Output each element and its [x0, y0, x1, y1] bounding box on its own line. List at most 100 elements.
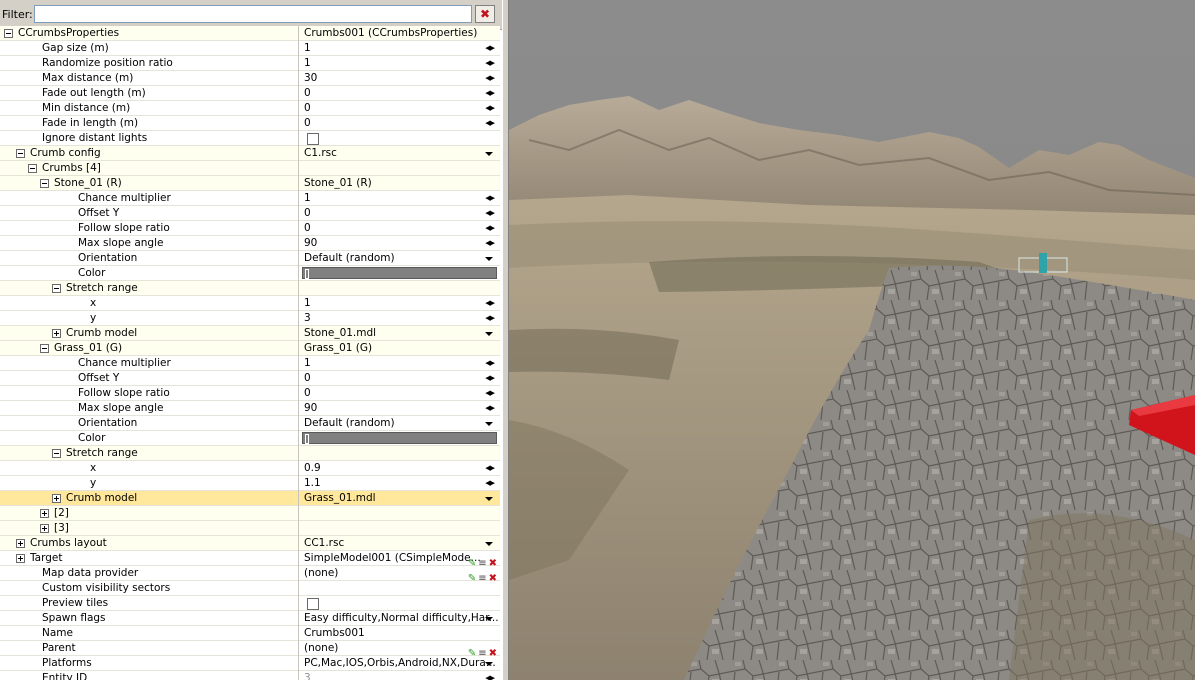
clear-reference-icon[interactable]: ✖ — [489, 556, 497, 566]
spinner-arrows-icon[interactable]: ◀▶ — [485, 206, 495, 221]
property-row[interactable]: [2] — [0, 506, 500, 521]
spinner-arrows-icon[interactable]: ◀▶ — [485, 311, 495, 326]
checkbox[interactable] — [307, 598, 319, 610]
scene-viewport[interactable] — [509, 0, 1195, 680]
browse-list-icon[interactable]: ≡ — [478, 556, 486, 566]
property-row[interactable]: Custom visibility sectors — [0, 581, 500, 596]
property-row[interactable]: Target SimpleModel001 (CSimpleMode... ✎ ≡ ✖ — [0, 551, 500, 566]
edit-pencil-icon[interactable]: ✎ — [468, 646, 476, 656]
property-row[interactable]: Offset Y 0 ◀▶ — [0, 206, 500, 221]
dropdown-arrow-icon[interactable] — [485, 497, 493, 501]
dropdown-arrow-icon[interactable] — [485, 617, 493, 621]
collapse-icon[interactable] — [28, 164, 37, 173]
property-row[interactable]: Spawn flags Easy difficulty,Normal diffic… — [0, 611, 500, 626]
property-row[interactable]: Color — [0, 431, 500, 446]
property-value-cell[interactable] — [299, 281, 500, 296]
property-value-cell[interactable] — [299, 431, 500, 446]
dropdown-arrow-icon[interactable] — [485, 662, 493, 666]
property-row[interactable]: x 1 ◀▶ — [0, 296, 500, 311]
property-value-cell[interactable]: 0 ◀▶ — [299, 386, 500, 401]
property-value-cell[interactable]: 1 ◀▶ — [299, 41, 500, 56]
property-row[interactable]: y 3 ◀▶ — [0, 311, 500, 326]
property-value-cell[interactable]: Crumbs001 — [299, 626, 500, 641]
property-value-cell[interactable] — [299, 521, 500, 536]
property-row[interactable]: Randomize position ratio 1 ◀▶ — [0, 56, 500, 71]
collapse-icon[interactable] — [40, 344, 49, 353]
property-row[interactable]: Ignore distant lights — [0, 131, 500, 146]
property-row[interactable]: Color — [0, 266, 500, 281]
property-value-cell[interactable]: 90 ◀▶ — [299, 236, 500, 251]
collapse-icon[interactable] — [52, 449, 61, 458]
expand-icon[interactable] — [52, 494, 61, 503]
property-value-cell[interactable]: 0.9 ◀▶ — [299, 461, 500, 476]
property-row[interactable]: Max distance (m) 30 ◀▶ — [0, 71, 500, 86]
property-value-cell[interactable]: 0 ◀▶ — [299, 86, 500, 101]
property-value-cell[interactable]: 3 ◀▶ — [299, 671, 500, 680]
property-value-cell[interactable]: 0 ◀▶ — [299, 371, 500, 386]
property-value-cell[interactable] — [299, 161, 500, 176]
property-value-cell[interactable]: SimpleModel001 (CSimpleMode... ✎ ≡ ✖ — [299, 551, 500, 566]
dropdown-arrow-icon[interactable] — [485, 542, 493, 546]
spinner-arrows-icon[interactable]: ◀▶ — [485, 221, 495, 236]
property-value-cell[interactable]: PC,Mac,IOS,Orbis,Android,NX,Dura... — [299, 656, 500, 671]
expand-icon[interactable] — [40, 509, 49, 518]
browse-list-icon[interactable]: ≡ — [478, 571, 486, 581]
property-row[interactable]: Fade in length (m) 0 ◀▶ — [0, 116, 500, 131]
property-row[interactable]: Max slope angle 90 ◀▶ — [0, 401, 500, 416]
spinner-arrows-icon[interactable]: ◀▶ — [485, 41, 495, 56]
property-row[interactable]: Map data provider (none) ✎ ≡ ✖ — [0, 566, 500, 581]
property-row[interactable]: Chance multiplier 1 ◀▶ — [0, 191, 500, 206]
dropdown-arrow-icon[interactable] — [485, 257, 493, 261]
property-value-cell[interactable]: 30 ◀▶ — [299, 71, 500, 86]
dropdown-arrow-icon[interactable] — [485, 422, 493, 426]
property-row[interactable]: Crumbs [4] — [0, 161, 500, 176]
property-value-cell[interactable] — [299, 446, 500, 461]
clear-reference-icon[interactable]: ✖ — [489, 646, 497, 656]
clear-reference-icon[interactable]: ✖ — [489, 571, 497, 581]
property-row[interactable]: Stretch range — [0, 281, 500, 296]
spinner-arrows-icon[interactable]: ◀▶ — [485, 461, 495, 476]
collapse-icon[interactable] — [52, 284, 61, 293]
property-value-cell[interactable]: Stone_01.mdl — [299, 326, 500, 341]
property-row[interactable]: Preview tiles — [0, 596, 500, 611]
property-row[interactable]: Name Crumbs001 — [0, 626, 500, 641]
property-value-cell[interactable]: 1.1 ◀▶ — [299, 476, 500, 491]
property-row[interactable]: [3] — [0, 521, 500, 536]
property-value-cell[interactable] — [299, 266, 500, 281]
property-row[interactable]: Crumb config C1.rsc — [0, 146, 500, 161]
property-value-cell[interactable]: 90 ◀▶ — [299, 401, 500, 416]
property-value-cell[interactable]: 0 ◀▶ — [299, 116, 500, 131]
spinner-arrows-icon[interactable]: ◀▶ — [485, 191, 495, 206]
dropdown-arrow-icon[interactable] — [485, 332, 493, 336]
property-row[interactable]: Parent (none) ✎ ≡ ✖ — [0, 641, 500, 656]
checkbox[interactable] — [307, 133, 319, 145]
property-value-cell[interactable]: 1 ◀▶ — [299, 356, 500, 371]
spinner-arrows-icon[interactable]: ◀▶ — [485, 56, 495, 71]
property-value-cell[interactable] — [299, 581, 500, 596]
spinner-arrows-icon[interactable]: ◀▶ — [485, 386, 495, 401]
panel-splitter[interactable] — [502, 0, 509, 680]
property-value-cell[interactable] — [299, 131, 500, 146]
property-value-cell[interactable]: Stone_01 (R) — [299, 176, 500, 191]
property-row[interactable]: Max slope angle 90 ◀▶ — [0, 236, 500, 251]
property-value-cell[interactable]: Default (random) — [299, 251, 500, 266]
property-value-cell[interactable]: (none) ✎ ≡ ✖ — [299, 566, 500, 581]
property-value-cell[interactable]: Grass_01 (G) — [299, 341, 500, 356]
expand-icon[interactable] — [52, 329, 61, 338]
spinner-arrows-icon[interactable]: ◀▶ — [485, 101, 495, 116]
spinner-arrows-icon[interactable]: ◀▶ — [485, 116, 495, 131]
property-value-cell[interactable]: 3 ◀▶ — [299, 311, 500, 326]
spinner-arrows-icon[interactable]: ◀▶ — [485, 236, 495, 251]
property-row[interactable]: Gap size (m) 1 ◀▶ — [0, 41, 500, 56]
spinner-arrows-icon[interactable]: ◀▶ — [485, 401, 495, 416]
property-row[interactable]: Offset Y 0 ◀▶ — [0, 371, 500, 386]
property-value-cell[interactable]: Default (random) — [299, 416, 500, 431]
property-value-cell[interactable]: 0 ◀▶ — [299, 221, 500, 236]
property-row[interactable]: Stretch range — [0, 446, 500, 461]
spinner-arrows-icon[interactable]: ◀▶ — [485, 371, 495, 386]
property-row[interactable]: Min distance (m) 0 ◀▶ — [0, 101, 500, 116]
property-value-cell[interactable]: CC1.rsc — [299, 536, 500, 551]
expand-icon[interactable] — [40, 524, 49, 533]
property-value-cell[interactable] — [299, 596, 500, 611]
property-row[interactable]: Entity ID 3 ◀▶ — [0, 671, 500, 680]
